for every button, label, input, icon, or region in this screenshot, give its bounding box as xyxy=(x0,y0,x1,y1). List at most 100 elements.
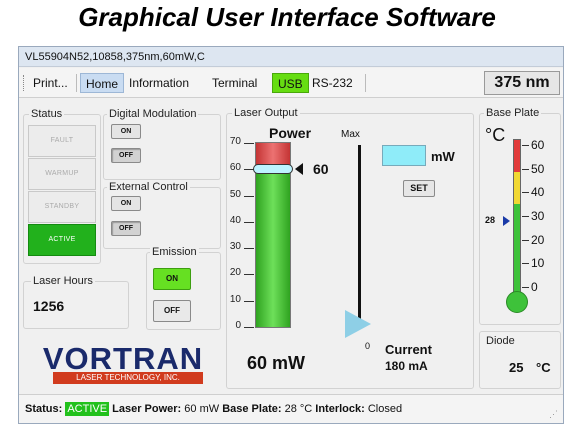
power-tick-mark xyxy=(244,143,254,144)
app-window: VL55904N52,10858,375nm,60mW,C Print... H… xyxy=(18,46,564,424)
emission-title: Emission xyxy=(150,246,199,258)
status-bar: Status: ACTIVE Laser Power: 60 mW Base P… xyxy=(19,394,563,423)
digital-modulation-on-button[interactable]: ON xyxy=(111,124,141,139)
status-fault: FAULT xyxy=(28,125,96,157)
power-setpoint-value: 60 xyxy=(313,161,329,178)
base-plate-indicator-value: 28 xyxy=(485,214,496,225)
set-power-button[interactable]: SET xyxy=(403,180,435,197)
tab-terminal[interactable]: Terminal xyxy=(207,73,262,93)
base-plate-tick-label: 10 xyxy=(531,256,545,271)
base-plate-tick-mark xyxy=(522,239,529,241)
base-plate-tick-mark xyxy=(522,263,529,265)
power-reading: 60 mW xyxy=(247,353,306,373)
thermometer-segment xyxy=(514,140,520,172)
power-tick-label: 50 xyxy=(229,188,241,200)
power-bar-alarm-zone xyxy=(256,143,290,165)
base-plate-tick-label: 40 xyxy=(531,185,545,200)
menu-separator xyxy=(365,74,366,92)
power-tick-label: 10 xyxy=(229,293,241,305)
thermometer-bulb xyxy=(506,291,528,313)
power-tick-label: 20 xyxy=(229,267,241,279)
power-tick-mark xyxy=(244,300,254,302)
base-plate-tick-label: 50 xyxy=(531,161,545,176)
usb-connection-button[interactable]: USB xyxy=(272,73,309,93)
power-setpoint-input[interactable] xyxy=(382,145,426,166)
power-label: Power xyxy=(269,125,312,141)
power-bar-fill xyxy=(256,169,290,327)
digital-modulation-title: Digital Modulation xyxy=(107,108,199,120)
logo-tagline: LASER TECHNOLOGY, INC. xyxy=(76,373,180,382)
grip-icon xyxy=(23,75,25,91)
svg-text:VORTRAN: VORTRAN xyxy=(43,341,203,376)
slider-max-label: Max xyxy=(341,129,360,140)
base-plate-tick-label: 0 xyxy=(531,280,538,294)
temperature-arrow-icon xyxy=(503,215,510,226)
power-tick-label: 70 xyxy=(229,136,241,147)
menu-separator xyxy=(76,74,77,92)
diode-title: Diode xyxy=(484,335,517,347)
external-control-title: External Control xyxy=(107,181,190,193)
current-value: 180 mA xyxy=(385,359,428,373)
external-control-off-button[interactable]: OFF xyxy=(111,221,141,236)
tab-information[interactable]: Information xyxy=(124,73,194,93)
external-control-on-button[interactable]: ON xyxy=(111,196,141,211)
power-tick-label: 0 xyxy=(235,320,241,331)
power-tick-label: 30 xyxy=(229,241,241,253)
thermometer-segment xyxy=(514,204,520,300)
menu-bar: Print... Home Information Terminal USB R… xyxy=(19,68,563,98)
base-plate-tick-mark xyxy=(522,287,529,288)
digital-modulation-off-button[interactable]: OFF xyxy=(111,148,141,163)
emission-on-button[interactable]: ON xyxy=(153,268,191,290)
laser-hours-value: 1256 xyxy=(33,298,65,314)
base-plate-tick-label: 30 xyxy=(531,209,545,223)
statusbar-status-label: Status: xyxy=(25,403,63,415)
page-heading: Graphical User Interface Software xyxy=(78,2,496,32)
power-slider-track[interactable] xyxy=(358,145,361,323)
power-tick-mark xyxy=(244,195,254,197)
laser-hours-title: Laser Hours xyxy=(31,275,95,287)
thermometer-column xyxy=(513,139,521,300)
base-plate-tick-mark xyxy=(522,192,529,194)
base-plate-tick-label: 60 xyxy=(531,138,545,152)
base-plate-tick-mark xyxy=(522,145,529,146)
base-plate-title: Base Plate xyxy=(484,107,542,119)
statusbar-base-value: 28 °C xyxy=(284,403,313,415)
diode-temperature: 25 xyxy=(509,360,524,375)
window-title: VL55904N52,10858,375nm,60mW,C xyxy=(19,47,563,67)
power-tick-mark xyxy=(244,274,254,276)
tab-home[interactable]: Home xyxy=(80,73,125,93)
statusbar-power-value: 60 mW xyxy=(184,403,220,415)
status-standby: STANDBY xyxy=(28,191,96,223)
status-group-title: Status xyxy=(29,108,65,120)
power-setpoint-marker[interactable] xyxy=(253,164,293,175)
base-plate-tick-mark xyxy=(522,168,529,170)
statusbar-status-value: ACTIVE xyxy=(65,402,110,416)
emission-off-button[interactable]: OFF xyxy=(153,300,191,322)
setpoint-arrow-icon xyxy=(295,163,303,176)
power-tick-mark xyxy=(244,327,254,328)
power-tick-mark xyxy=(244,248,254,250)
power-slider-thumb[interactable] xyxy=(345,310,371,338)
diode-unit: °C xyxy=(536,360,551,375)
rs232-connection-button[interactable]: RS-232 xyxy=(307,73,358,93)
base-plate-tick-mark xyxy=(522,216,529,217)
thermometer-segment xyxy=(514,172,520,204)
base-plate-tick-label: 20 xyxy=(531,232,545,247)
status-active: ACTIVE xyxy=(28,224,96,256)
slider-min-label: 0 xyxy=(365,341,371,351)
menu-print[interactable]: Print... xyxy=(28,73,73,93)
statusbar-interlock-value: Closed xyxy=(367,403,403,415)
wavelength-display: 375 nm xyxy=(484,71,560,95)
status-warmup: WARMUP xyxy=(28,158,96,190)
statusbar-power-label: Laser Power: xyxy=(112,403,182,415)
resize-grip-icon[interactable]: ⋰ xyxy=(549,409,558,420)
statusbar-base-label: Base Plate: xyxy=(222,403,282,415)
power-tick-label: 60 xyxy=(229,162,241,174)
current-label: Current xyxy=(385,342,432,357)
laser-output-title: Laser Output xyxy=(232,107,300,119)
statusbar-interlock-label: Interlock: xyxy=(315,403,365,415)
power-tick-mark xyxy=(244,221,254,223)
power-unit-label: mW xyxy=(431,149,455,164)
base-plate-unit: °C xyxy=(485,125,506,145)
power-tick-label: 40 xyxy=(229,214,241,226)
